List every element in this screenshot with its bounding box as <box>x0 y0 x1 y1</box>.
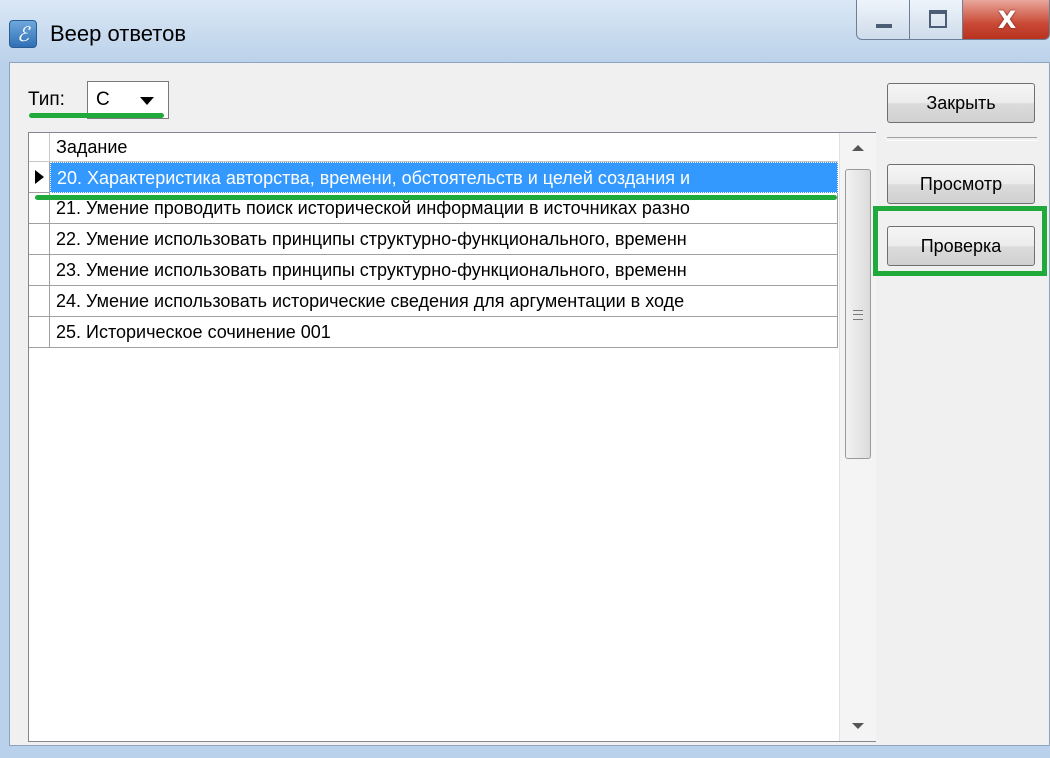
grid-header: Задание <box>29 133 838 162</box>
current-row-arrow-icon <box>35 170 44 184</box>
button-separator <box>887 137 1037 141</box>
grip-icon <box>853 310 863 320</box>
annotation-underline-type <box>29 113 164 118</box>
table-row[interactable]: 20. Характеристика авторства, времени, о… <box>29 162 838 193</box>
maximize-icon <box>929 10 947 28</box>
minimize-button[interactable] <box>856 0 910 40</box>
answers-window: ℰ Веер ответов X Тип: C Задание 20. Хара… <box>0 0 1050 758</box>
annotation-underline-row <box>35 195 837 200</box>
maximize-button[interactable] <box>909 0 963 40</box>
row-indicator[interactable] <box>29 162 50 193</box>
task-cell[interactable]: 25. Историческое сочинение 001 <box>50 317 838 348</box>
arrow-up-icon <box>852 145 864 151</box>
column-header-task[interactable]: Задание <box>56 137 127 158</box>
type-dropdown-value: C <box>96 89 110 110</box>
table-row[interactable]: 23. Умение использовать принципы структу… <box>29 255 838 286</box>
table-row[interactable]: 22. Умение использовать принципы структу… <box>29 224 838 255</box>
arrow-down-icon <box>852 723 864 729</box>
scroll-up-button[interactable] <box>840 133 876 163</box>
table-row[interactable]: 24. Умение использовать исторические све… <box>29 286 838 317</box>
annotation-box-check-button <box>873 206 1047 276</box>
scroll-down-button[interactable] <box>840 711 876 741</box>
task-cell[interactable]: 24. Умение использовать исторические све… <box>50 286 838 317</box>
chevron-down-icon <box>140 97 154 105</box>
task-cell[interactable]: 22. Умение использовать принципы структу… <box>50 224 838 255</box>
close-window-button[interactable]: X <box>962 0 1050 40</box>
row-indicator[interactable] <box>29 317 50 348</box>
client-area: Тип: C Задание 20. Характеристика авторс… <box>9 62 1050 746</box>
row-indicator[interactable] <box>29 224 50 255</box>
close-icon: X <box>997 6 1017 34</box>
view-button[interactable]: Просмотр <box>887 164 1035 204</box>
task-cell[interactable]: 23. Умение использовать принципы структу… <box>50 255 838 286</box>
row-indicator-header <box>29 133 50 161</box>
row-indicator[interactable] <box>29 255 50 286</box>
vertical-scrollbar[interactable] <box>839 133 876 741</box>
tasks-grid[interactable]: Задание 20. Характеристика авторства, вр… <box>28 132 876 742</box>
row-indicator[interactable] <box>29 286 50 317</box>
close-button[interactable]: Закрыть <box>887 83 1035 123</box>
table-row[interactable]: 25. Историческое сочинение 001 <box>29 317 838 348</box>
type-label: Тип: <box>28 89 65 110</box>
quill-icon: ℰ <box>9 20 37 48</box>
window-title: Веер ответов <box>50 21 187 46</box>
title-bar[interactable]: ℰ Веер ответов X <box>0 0 1050 62</box>
scroll-thumb[interactable] <box>845 169 871 459</box>
minimize-icon <box>876 24 892 28</box>
task-cell[interactable]: 20. Характеристика авторства, времени, о… <box>50 162 838 193</box>
